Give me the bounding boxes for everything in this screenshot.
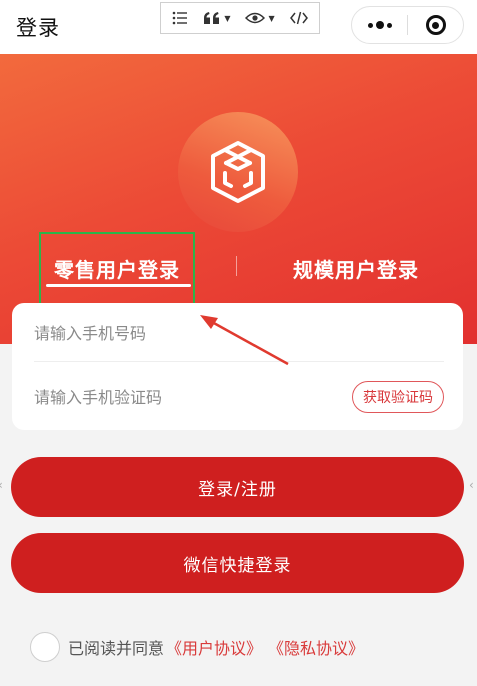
agreement-row: 已阅读并同意 《用户协议》 《隐私协议》 [30,632,364,662]
page-title: 登录 [16,16,60,40]
preview-button[interactable]: ▼ [245,11,275,25]
editor-toolbar: ▼ ▼ [160,2,320,34]
verification-code-input[interactable] [34,387,324,407]
phone-input[interactable] [34,323,324,343]
target-icon [425,15,446,35]
chevron-down-icon: ▼ [224,13,231,23]
list-icon [173,11,188,25]
wechat-login-button[interactable]: 微信快捷登录 [11,533,464,593]
tab-scale-login[interactable]: 规模用户登录 [293,254,419,283]
right-edge-glyph: ‹ [469,478,474,492]
phone-row [34,305,444,362]
eye-icon [245,12,266,24]
login-form-card: 获取验证码 [12,303,463,430]
mini-program-capsule [351,6,464,44]
more-dots-icon [367,22,373,28]
login-page: 登录 ▼ ▼ 零售用户登录 规模用户登录 请输入手机号码 请输入手机验证码 获取… [0,0,477,686]
cube-logo-icon [211,141,265,203]
user-agreement-link[interactable]: 《用户协议》 [166,635,262,659]
code-row: 获取验证码 [34,369,444,425]
left-edge-glyph: ‹ [0,478,3,492]
quote-icon [204,12,220,24]
quote-button[interactable]: ▼ [203,11,231,25]
tab-divider [236,256,237,276]
agree-checkbox[interactable] [30,632,60,662]
close-button[interactable] [408,7,463,43]
chevron-down-icon: ▼ [268,13,275,23]
more-button[interactable] [352,7,407,43]
privacy-agreement-link[interactable]: 《隐私协议》 [268,635,364,659]
agreement-prefix: 已阅读并同意 [68,639,165,658]
annotation-highlight-box [39,232,195,309]
login-register-button[interactable]: 登录/注册 [11,457,464,517]
code-button[interactable] [289,11,308,25]
list-button[interactable] [172,11,188,25]
get-code-button[interactable]: 获取验证码 [352,381,444,413]
top-bar: 登录 ▼ ▼ [0,0,477,54]
code-icon [289,11,308,25]
app-logo [178,112,298,232]
